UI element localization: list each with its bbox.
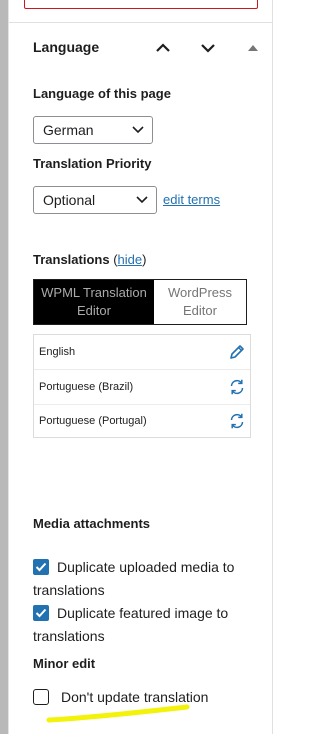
list-item: Portuguese (Brazil) bbox=[34, 370, 250, 404]
language-select[interactable]: German bbox=[33, 116, 153, 144]
chevron-down-icon bbox=[136, 196, 148, 204]
language-select-value: German bbox=[43, 122, 94, 138]
dont-update-translation-checkbox[interactable] bbox=[33, 689, 49, 705]
refresh-icon[interactable] bbox=[228, 412, 246, 430]
language-panel-header: Language bbox=[33, 36, 263, 60]
language-name: English bbox=[39, 346, 76, 358]
duplicate-featured-checkbox[interactable] bbox=[33, 605, 49, 621]
translation-priority-label: Translation Priority bbox=[33, 156, 152, 171]
section-divider bbox=[9, 22, 272, 23]
duplicate-featured-label: Duplicate featured image to bbox=[57, 605, 229, 621]
edit-terms-link[interactable]: edit terms bbox=[163, 192, 220, 207]
panel-title: Language bbox=[33, 39, 100, 55]
list-item: English bbox=[34, 335, 250, 369]
move-up-button[interactable] bbox=[151, 36, 175, 60]
list-item: Portuguese (Portugal) bbox=[34, 404, 250, 438]
chevron-down-icon bbox=[201, 44, 215, 53]
language-of-page-label: Language of this page bbox=[33, 86, 171, 101]
chevron-down-icon bbox=[132, 126, 144, 134]
duplicate-media-checkbox[interactable] bbox=[33, 559, 49, 575]
error-field-box bbox=[24, 0, 258, 9]
translations-list: English Portuguese (Brazil) Portuguese (… bbox=[33, 334, 251, 438]
pencil-icon[interactable] bbox=[228, 343, 246, 361]
wordpress-editor-tab[interactable]: WordPress Editor bbox=[154, 280, 246, 324]
language-name: Portuguese (Portugal) bbox=[39, 415, 147, 427]
hide-paren-close: ) bbox=[142, 252, 147, 267]
checkmark-icon bbox=[35, 608, 47, 618]
checkmark-icon bbox=[35, 562, 47, 572]
dont-update-translation-label: Don't update translation bbox=[61, 689, 209, 705]
editor-scrollbar[interactable] bbox=[0, 0, 8, 734]
sidebar-edge bbox=[8, 0, 9, 734]
collapse-panel-button[interactable] bbox=[241, 36, 265, 60]
priority-select-value: Optional bbox=[43, 192, 96, 208]
priority-select[interactable]: Optional bbox=[33, 186, 157, 214]
duplicate-media-label: Duplicate uploaded media to bbox=[57, 559, 235, 575]
hide-link[interactable]: hide bbox=[118, 252, 143, 267]
duplicate-media-label-cont: translations bbox=[33, 582, 105, 598]
minor-edit-label: Minor edit bbox=[33, 656, 96, 671]
chevron-up-icon bbox=[156, 43, 170, 52]
panel-border-right bbox=[272, 0, 273, 734]
wpml-editor-tab[interactable]: WPML Translation Editor bbox=[34, 280, 154, 324]
duplicate-featured-label-cont: translations bbox=[33, 628, 105, 644]
translations-label: Translations bbox=[33, 252, 110, 267]
editor-toggle: WPML Translation Editor WordPress Editor bbox=[33, 279, 247, 325]
refresh-icon[interactable] bbox=[228, 378, 246, 396]
move-down-button[interactable] bbox=[196, 36, 220, 60]
language-name: Portuguese (Brazil) bbox=[39, 381, 134, 393]
caret-up-icon bbox=[248, 45, 258, 51]
media-attachments-label: Media attachments bbox=[33, 516, 151, 531]
translations-heading: Translations (hide) bbox=[33, 252, 146, 267]
